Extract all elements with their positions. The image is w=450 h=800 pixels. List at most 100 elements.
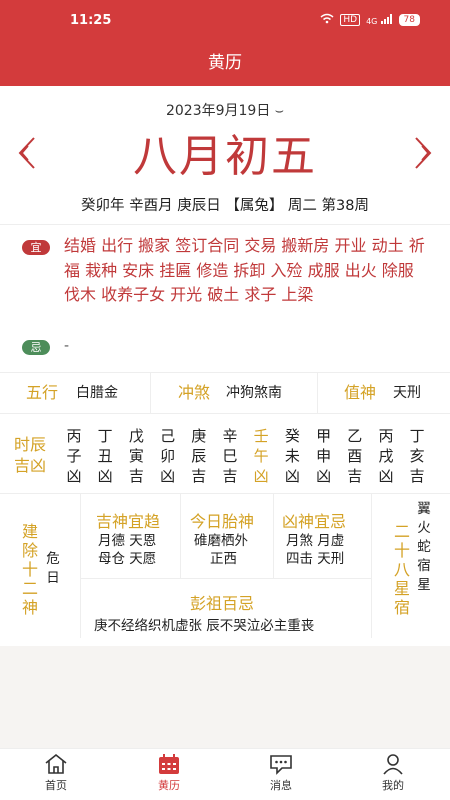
shichen-section: 时辰吉凶 丙子凶丁丑凶戊寅吉己卯凶庚辰吉辛巳吉壬午凶癸未凶甲申凶乙酉吉丙戌凶丁亥… xyxy=(0,414,450,494)
shichen-luck: 吉 xyxy=(409,467,425,485)
tab-label: 黄历 xyxy=(158,779,180,792)
shichen-luck: 凶 xyxy=(378,467,394,485)
shichen-gan: 庚 xyxy=(191,427,207,445)
next-day-icon[interactable] xyxy=(412,136,434,178)
xingsu-title: 二十八星宿 xyxy=(393,522,410,617)
shichen-item: 辛巳吉 xyxy=(220,426,240,486)
chongsha-value: 冲狗煞南 xyxy=(226,385,282,401)
taishen-line2: 正西 xyxy=(210,551,237,567)
bottom-tab-bar: 首页 黄历 消息 我的 xyxy=(0,748,450,800)
shichen-gan: 戊 xyxy=(128,427,144,445)
yi-list: 结婚 出行 搬家 签订合同 交易 搬新房 开业 动土 祈福 栽种 安床 挂匾 修… xyxy=(64,236,425,304)
shichen-zhi: 子 xyxy=(66,447,82,465)
xingsu-value: 翼火蛇宿星 xyxy=(417,501,431,593)
calendar-icon xyxy=(134,753,204,775)
shichen-gan: 乙 xyxy=(347,427,363,445)
shichen-luck: 凶 xyxy=(284,467,300,485)
shichen-gan: 丁 xyxy=(97,427,113,445)
wuxing-label: 五行 xyxy=(26,383,59,402)
tab-profile[interactable]: 我的 xyxy=(358,753,428,793)
jishen-line1: 月德 天恩 xyxy=(98,533,157,549)
pengzu-title: 彭祖百忌 xyxy=(190,594,255,613)
tab-label: 首页 xyxy=(45,779,67,792)
tab-almanac[interactable]: 黄历 xyxy=(134,753,204,793)
shichen-zhi: 辰 xyxy=(191,447,207,465)
chongsha-label: 冲煞 xyxy=(178,383,211,402)
tab-label: 消息 xyxy=(270,779,292,792)
pengzu-text: 庚不经络织机虚张 辰不哭泣必主重丧 xyxy=(94,618,315,634)
tab-home[interactable]: 首页 xyxy=(21,753,91,793)
shichen-gan: 辛 xyxy=(222,427,238,445)
shichen-item: 丙子凶 xyxy=(64,426,84,486)
xiongshen-line2: 四击 天刑 xyxy=(286,551,345,567)
info-row: 五行 白腊金 冲煞 冲狗煞南 值神 天刑 xyxy=(0,372,450,414)
shichen-luck: 凶 xyxy=(66,467,82,485)
shichen-gan: 甲 xyxy=(316,427,332,445)
wuxing-value: 白腊金 xyxy=(76,385,118,401)
shichen-zhi: 午 xyxy=(253,447,269,465)
shichen-zhi: 巳 xyxy=(222,447,238,465)
message-icon xyxy=(246,753,316,775)
shichen-item: 丁亥吉 xyxy=(407,426,427,486)
ji-list: - xyxy=(64,338,70,354)
zhishen-value: 天刑 xyxy=(393,385,421,401)
signal-icon: 4G xyxy=(366,13,392,27)
shichen-gan: 丁 xyxy=(409,427,425,445)
divider xyxy=(0,224,450,225)
lunar-date: 八月初五 xyxy=(133,131,317,182)
shichen-luck: 凶 xyxy=(97,467,113,485)
status-time: 11:25 xyxy=(70,13,112,28)
shichen-luck: 凶 xyxy=(253,467,269,485)
taishen-line1: 碓磨栖外 xyxy=(194,533,248,549)
page-title: 黄历 xyxy=(208,53,242,73)
shichen-zhi: 酉 xyxy=(347,447,363,465)
shichen-gan: 丙 xyxy=(66,427,82,445)
shichen-zhi: 申 xyxy=(316,447,332,465)
shichen-zhi: 未 xyxy=(284,447,300,465)
shichen-title: 时辰吉凶 xyxy=(14,435,47,475)
solar-date-picker[interactable]: 2023年9月19日 ⌣ xyxy=(0,100,450,120)
jianchu-value: 危日 xyxy=(46,551,60,586)
wifi-icon xyxy=(320,13,334,27)
shichen-item: 戊寅吉 xyxy=(126,426,146,486)
zhishen-label: 值神 xyxy=(344,383,377,402)
app-bar: 黄历 xyxy=(0,40,450,86)
detail-grid: 建除十二神 危日 吉神宜趋 月德 天恩 母仓 天愿 今日胎神 碓磨栖外 正西 凶… xyxy=(0,494,450,638)
shichen-item: 丙戌凶 xyxy=(376,426,396,486)
jishen-line2: 母仓 天愿 xyxy=(98,551,157,567)
shichen-luck: 凶 xyxy=(316,467,332,485)
tab-messages[interactable]: 消息 xyxy=(246,753,316,793)
shichen-gan: 癸 xyxy=(284,427,300,445)
shichen-item: 壬午凶 xyxy=(251,426,271,486)
shichen-gan: 丙 xyxy=(378,427,394,445)
ji-badge: 忌 xyxy=(22,340,50,355)
shichen-item: 己卯凶 xyxy=(158,426,178,486)
status-bar: 11:25 HD 4G 78 xyxy=(0,0,450,40)
shichen-luck: 凶 xyxy=(160,467,176,485)
battery-icon: 78 xyxy=(398,14,420,26)
shichen-zhi: 丑 xyxy=(97,447,113,465)
shichen-item: 丁丑凶 xyxy=(95,426,115,486)
shichen-zhi: 亥 xyxy=(409,447,425,465)
shichen-luck: 吉 xyxy=(222,467,238,485)
shichen-luck: 吉 xyxy=(347,467,363,485)
shichen-zhi: 寅 xyxy=(128,447,144,465)
shichen-luck: 吉 xyxy=(128,467,144,485)
shichen-item: 乙酉吉 xyxy=(345,426,365,486)
shichen-luck: 吉 xyxy=(191,467,207,485)
yi-badge: 宜 xyxy=(22,240,50,255)
user-icon xyxy=(358,753,428,775)
hd-badge: HD xyxy=(340,14,361,26)
jianchu-title: 建除十二神 xyxy=(21,522,38,617)
shichen-item: 癸未凶 xyxy=(282,426,302,486)
xiongshen-line1: 月煞 月虚 xyxy=(286,533,345,549)
shichen-item: 庚辰吉 xyxy=(189,426,209,486)
shichen-zhi: 戌 xyxy=(378,447,394,465)
home-icon xyxy=(21,753,91,775)
ganzhi-line: 癸卯年 辛酉月 庚辰日 【属兔】 周二 第38周 xyxy=(81,198,369,214)
shichen-gan: 己 xyxy=(160,427,176,445)
shichen-zhi: 卯 xyxy=(160,447,176,465)
shichen-item: 甲申凶 xyxy=(314,426,334,486)
shichen-gan: 壬 xyxy=(253,427,269,445)
tab-label: 我的 xyxy=(382,779,404,792)
